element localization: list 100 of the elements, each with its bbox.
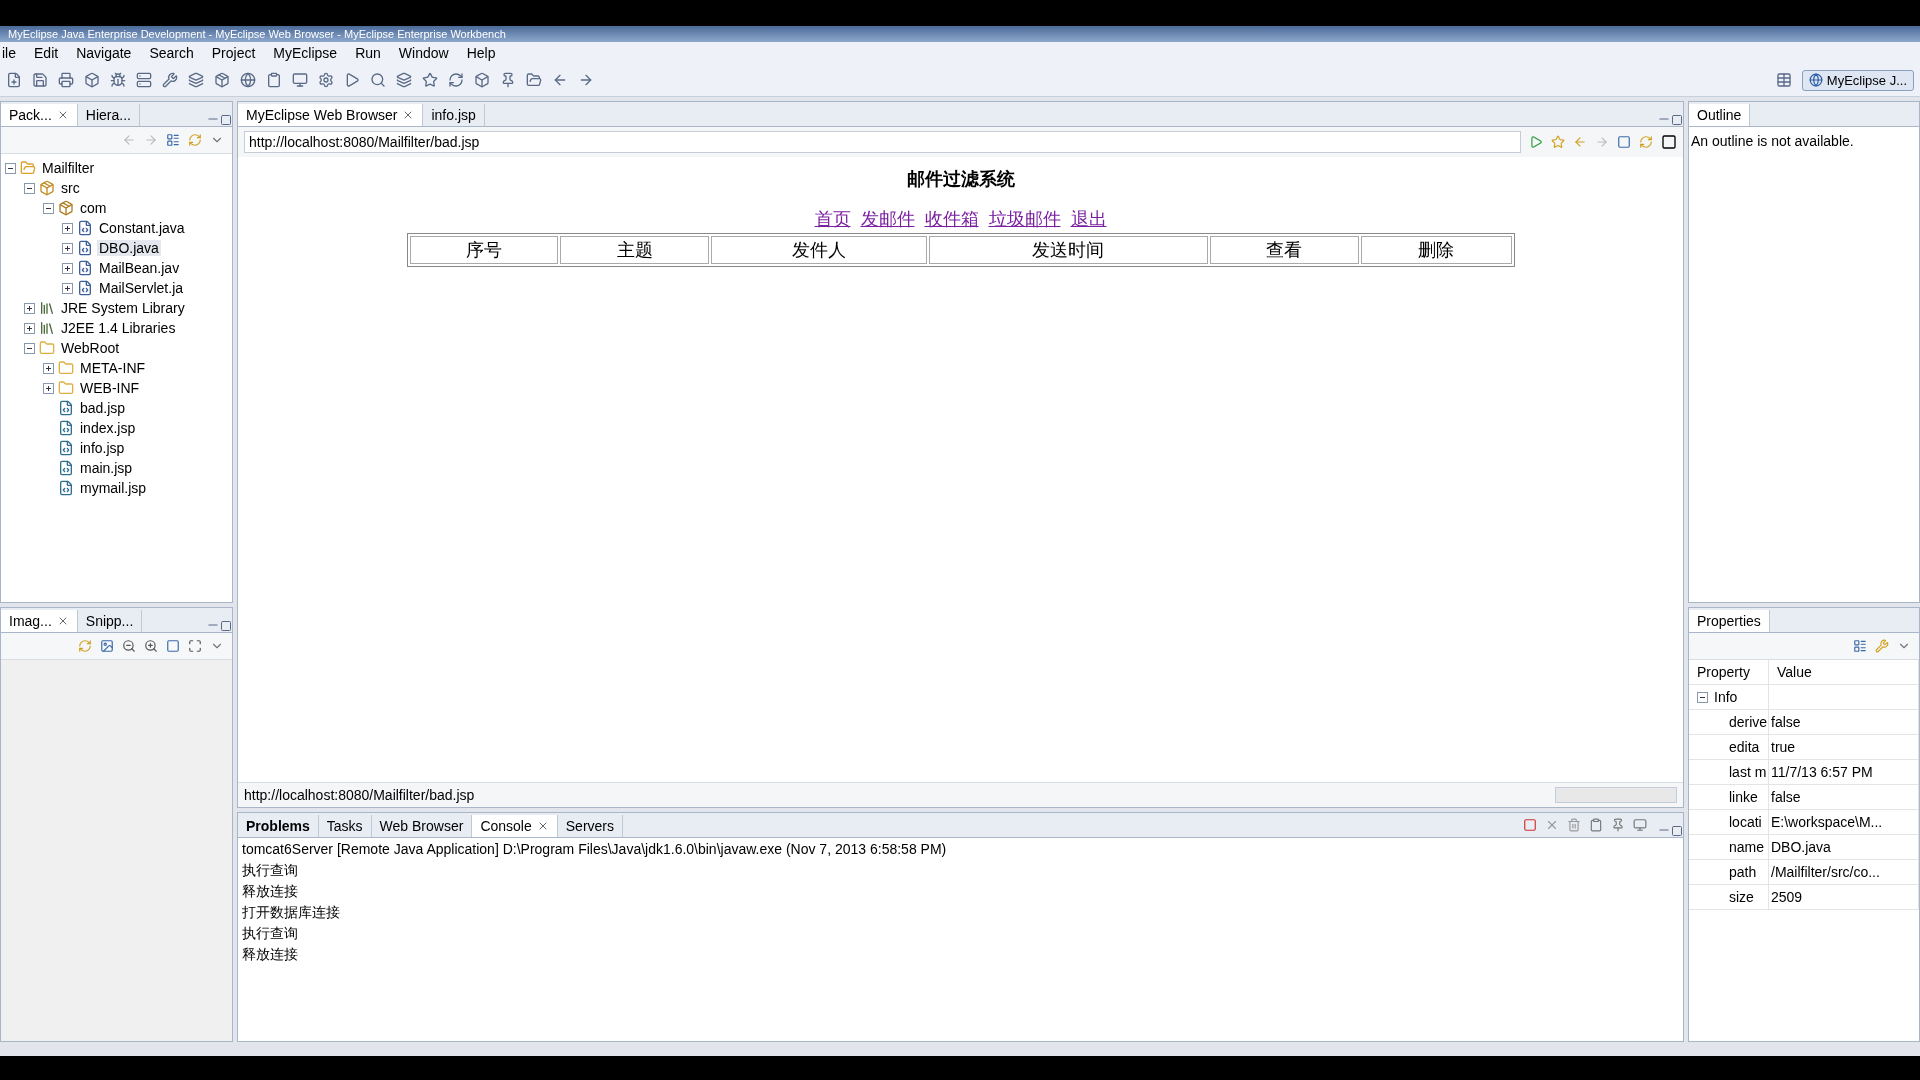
scroll-lock-icon[interactable] [1589, 818, 1603, 832]
nav-link[interactable]: 收件箱 [924, 207, 979, 231]
java-file-icon[interactable] [77, 260, 93, 276]
save-icon[interactable] [32, 72, 48, 88]
zoom-out-icon[interactable] [122, 639, 136, 653]
clipboard-icon[interactable] [266, 72, 282, 88]
tree-item[interactable]: MailServlet.ja [97, 280, 186, 296]
nav-link[interactable]: 退出 [1070, 207, 1107, 231]
back-icon[interactable] [552, 72, 568, 88]
layers-icon[interactable] [188, 72, 204, 88]
tree-item[interactable]: bad.jsp [78, 400, 128, 416]
expand-toggle[interactable] [5, 162, 16, 174]
nav-link[interactable]: 首页 [814, 207, 851, 231]
tree-item[interactable]: mymail.jsp [78, 480, 149, 496]
menu-item[interactable]: Search [147, 45, 196, 61]
expand-toggle[interactable] [62, 282, 73, 294]
jsp-file-icon[interactable] [58, 420, 74, 436]
tree-item[interactable]: src [59, 180, 82, 196]
maximize-icon[interactable] [220, 620, 232, 632]
view-tab[interactable]: Pack... [1, 104, 78, 126]
stop-icon[interactable] [1617, 135, 1631, 149]
tree-item[interactable]: MailBean.jav [97, 260, 182, 276]
pin-icon[interactable] [500, 72, 516, 88]
expand-toggle[interactable] [24, 322, 35, 334]
books-icon[interactable] [39, 320, 55, 336]
expand-toggle[interactable] [43, 202, 54, 214]
tree-item[interactable]: Constant.java [97, 220, 187, 236]
view-tab[interactable]: Properties [1689, 610, 1770, 632]
menu-item[interactable]: Edit [32, 45, 61, 61]
jsp-file-icon[interactable] [58, 440, 74, 456]
view-tab[interactable]: Snipp... [77, 610, 143, 632]
box-icon[interactable] [84, 72, 100, 88]
tree-item[interactable]: Mailfilter [40, 160, 97, 176]
gear-icon[interactable] [318, 72, 334, 88]
menu-item[interactable]: Navigate [74, 45, 134, 61]
server-icon[interactable] [136, 72, 152, 88]
layers-icon[interactable] [396, 72, 412, 88]
bug-icon[interactable] [110, 72, 126, 88]
menu-item[interactable]: Project [209, 45, 258, 61]
maximize-icon[interactable] [1671, 825, 1683, 837]
print-icon[interactable] [58, 72, 74, 88]
java-file-icon[interactable] [77, 220, 93, 236]
square-icon[interactable] [1661, 134, 1677, 150]
tree-item[interactable]: J2EE 1.4 Libraries [59, 320, 178, 336]
tree-item[interactable]: index.jsp [78, 420, 138, 436]
expand-toggle[interactable] [62, 262, 73, 274]
expand-toggle[interactable] [43, 382, 54, 394]
jsp-file-icon[interactable] [58, 480, 74, 496]
jsp-file-icon[interactable] [58, 400, 74, 416]
expand-toggle[interactable] [24, 342, 35, 354]
fit-icon[interactable] [188, 639, 202, 653]
expand-toggle[interactable] [24, 182, 35, 194]
tree-item[interactable]: main.jsp [78, 460, 135, 476]
box-icon[interactable] [474, 72, 490, 88]
new-file-icon[interactable] [6, 72, 22, 88]
pin-icon[interactable] [1611, 818, 1625, 832]
menu-item[interactable]: Help [464, 45, 498, 61]
zoom-in-icon[interactable] [144, 639, 158, 653]
view-tab[interactable]: info.jsp [423, 104, 485, 126]
menu-item[interactable]: Run [353, 45, 383, 61]
url-field[interactable]: http://localhost:8080/Mailfilter/bad.jsp [244, 131, 1521, 153]
tree-item[interactable]: WebRoot [59, 340, 122, 356]
maximize-icon[interactable] [1671, 114, 1683, 126]
view-tab[interactable]: Console [472, 815, 558, 837]
package-icon[interactable] [58, 200, 74, 216]
nav-link[interactable]: 发邮件 [860, 207, 915, 231]
tree-item[interactable]: DBO.java [97, 240, 161, 256]
view-tab[interactable]: Hiera... [77, 104, 140, 126]
tree-item[interactable]: JRE System Library [59, 300, 187, 316]
menu-item[interactable]: ile [0, 45, 18, 61]
star-icon[interactable] [422, 72, 438, 88]
maximize-icon[interactable] [220, 114, 232, 126]
menu-item[interactable]: MyEclipse [271, 45, 340, 61]
collapse-all-icon[interactable] [166, 133, 180, 147]
view-tab[interactable]: Imag... [1, 610, 78, 632]
tree-item[interactable]: info.jsp [78, 440, 127, 456]
view-tab[interactable]: Servers [557, 815, 623, 837]
java-file-icon[interactable] [77, 240, 93, 256]
menu-item[interactable]: Window [396, 45, 451, 61]
view-tab[interactable]: MyEclipse Web Browser [238, 104, 424, 126]
books-icon[interactable] [39, 300, 55, 316]
actual-size-icon[interactable] [166, 639, 180, 653]
view-tab[interactable]: Tasks [318, 815, 372, 837]
monitor-icon[interactable] [292, 72, 308, 88]
display-icon[interactable] [1633, 818, 1647, 832]
expand-toggle[interactable] [62, 222, 73, 234]
wrench-icon[interactable] [162, 72, 178, 88]
folder-icon[interactable] [526, 72, 542, 88]
forward-icon[interactable] [578, 72, 594, 88]
globe-icon[interactable] [240, 72, 256, 88]
open-perspective-icon[interactable] [1775, 72, 1792, 88]
refresh-icon[interactable] [448, 72, 464, 88]
expand-toggle[interactable] [43, 362, 54, 374]
nav-link[interactable]: 垃圾邮件 [988, 207, 1061, 231]
search-icon[interactable] [370, 72, 386, 88]
perspective-button[interactable]: MyEclipse J... [1801, 69, 1914, 91]
jsp-file-icon[interactable] [58, 460, 74, 476]
expand-toggle[interactable] [62, 242, 73, 254]
package-icon[interactable] [214, 72, 230, 88]
view-tab[interactable]: Outline [1689, 104, 1751, 126]
